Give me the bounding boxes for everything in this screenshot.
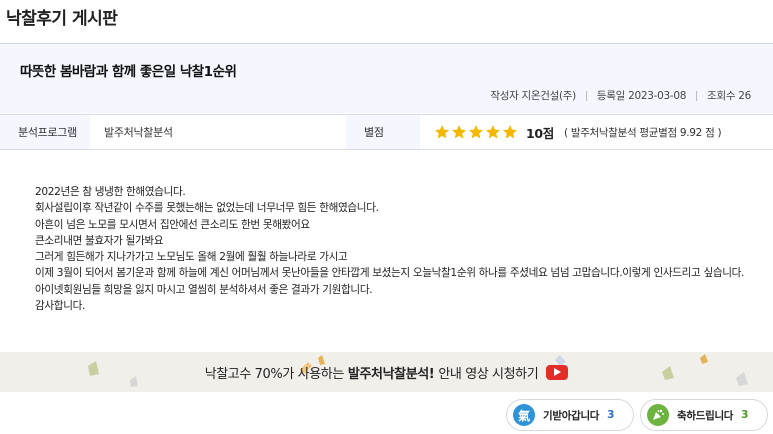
body-line: 2022년은 참 냉냉한 한해였습니다. [35,186,186,198]
program-value: 발주처낙찰분석 [104,126,173,139]
author-label: 작성자 [490,90,519,102]
board-title: 낙찰후기 게시판 [6,9,118,29]
star-rating [434,124,518,140]
post-info-row: 분석프로그램 발주처낙찰분석 별점 10점 ( 발주처낙찰분석 평균별점 9.9… [0,114,773,150]
star-icon [452,125,466,139]
star-icon [469,125,483,139]
congrats-button[interactable]: 축하드립니다 3 [640,399,768,431]
score-label: 별점 [346,115,420,149]
banner-text-lead: 낙찰고수 70%가 사용하는 [204,366,345,382]
star-icon [503,125,517,139]
body-line: 큰소리내면 불효자가 될가봐요 [35,234,164,247]
congrats-label: 축하드립니다 [677,409,734,422]
post-header: 따뜻한 봄바람과 함께 좋은일 낙찰1순위 작성자 지온건설(주) 등록일 20… [0,43,773,113]
video-guide-banner[interactable]: 낙찰고수 70%가 사용하는 발주처낙찰분석! 안내 영상 시청하기 [0,352,773,392]
score-number: 10점 [526,125,554,141]
score-value: 10점 ( 발주처낙찰분석 평균별점 9.92 점 ) [420,115,773,149]
congrats-count: 3 [741,409,749,421]
body-line: 그러게 힘든해가 지나가가고 노모님도 올해 2월에 훨훨 하늘나라로 가시고 [35,251,348,264]
views-label: 조회수 [707,90,736,102]
body-line: 감사합니다. [35,300,85,313]
body-line: 회사설립이후 작년같이 수주를 못했는해는 없었는데 너무너무 힘든 한해였습니… [35,202,379,215]
body-line: 아이넷회원님들 희망을 잃지 마시고 열씸히 분석하셔서 좋은 결과가 기원합니… [35,283,373,296]
qi-icon: 氣 [513,404,535,426]
post-title: 따뜻한 봄바람과 함께 좋은일 낙찰1순위 [20,64,237,80]
cheer-button[interactable]: 氣 기받아갑니다 3 [506,399,634,431]
banner-text: 낙찰고수 70%가 사용하는 발주처낙찰분석! 안내 영상 시청하기 [205,363,569,382]
program-label: 분석프로그램 [0,115,90,149]
post-date: 2023-03-08 [628,89,687,102]
banner-text-bold: 발주처낙찰분석! [347,366,435,382]
score-average: ( 발주처낙찰분석 평균별점 9.92 점 ) [564,126,722,139]
banner-text-tail: 안내 영상 시청하기 [438,366,539,382]
cheer-label: 기받아갑니다 [543,409,600,422]
party-popper-icon [647,404,669,426]
body-line: 아흔이 넘은 노모를 모시면서 집안에선 큰소리도 한번 못해봤어요 [35,218,310,231]
post-body: 2022년은 참 냉냉한 한해였습니다. 회사설립이후 작년같이 수주를 못했는… [35,184,747,314]
date-label: 등록일 [596,90,626,102]
view-count: 26 [738,89,751,102]
author-name: 지온건설(주) [521,90,577,102]
meta-divider [585,90,587,101]
star-icon [486,125,500,139]
body-line: 이제 3월이 되어서 봄기운과 함께 하늘에 계신 어머님께서 못난아들을 안타… [35,267,745,280]
post-meta: 작성자 지온건설(주) 등록일 2023-03-08 조회수 26 [490,88,751,103]
youtube-play-icon [546,364,569,380]
cheer-count: 3 [607,409,615,421]
star-icon [435,125,449,139]
meta-divider [696,90,698,101]
